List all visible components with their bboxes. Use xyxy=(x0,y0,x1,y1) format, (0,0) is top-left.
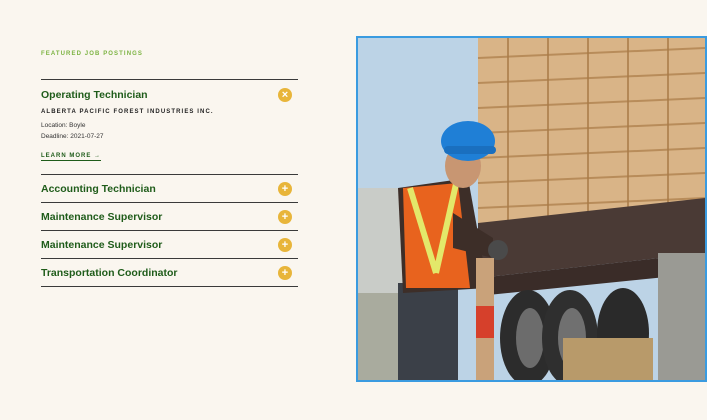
job-item-transportation-coordinator[interactable]: Transportation Coordinator + xyxy=(41,258,298,287)
section-label: FEATURED JOB POSTINGS xyxy=(41,51,143,57)
worker-photo xyxy=(356,36,707,382)
job-details: ALBERTA PACIFIC FOREST INDUSTRIES INC. L… xyxy=(41,109,298,174)
job-deadline: Deadline: 2021-07-27 xyxy=(41,133,104,140)
job-title: Accounting Technician xyxy=(41,182,156,195)
plus-circle-icon[interactable]: + xyxy=(278,209,292,224)
job-location: Location: Boyle xyxy=(41,122,86,129)
job-title: Maintenance Supervisor xyxy=(41,210,163,223)
plus-circle-icon[interactable]: + xyxy=(278,181,292,196)
job-item-header[interactable]: Transportation Coordinator + xyxy=(41,259,298,286)
job-item-maintenance-supervisor[interactable]: Maintenance Supervisor + xyxy=(41,202,298,230)
job-title: Maintenance Supervisor xyxy=(41,238,163,251)
job-title: Operating Technician xyxy=(41,89,148,101)
learn-more-link[interactable]: LEARN MORE → xyxy=(41,153,101,161)
plus-circle-icon[interactable]: + xyxy=(278,237,292,252)
job-item-header[interactable]: Accounting Technician + xyxy=(41,175,298,202)
job-title: Transportation Coordinator xyxy=(41,266,178,279)
job-postings-list: Operating Technician × ALBERTA PACIFIC F… xyxy=(41,79,298,287)
plus-circle-icon[interactable]: + xyxy=(278,265,292,280)
company-name: ALBERTA PACIFIC FOREST INDUSTRIES INC. xyxy=(41,109,214,115)
worker-loading-lumber-image xyxy=(358,38,705,380)
job-item-maintenance-supervisor-2[interactable]: Maintenance Supervisor + xyxy=(41,230,298,258)
job-item-operating-technician: Operating Technician × ALBERTA PACIFIC F… xyxy=(41,79,298,174)
close-circle-icon[interactable]: × xyxy=(278,88,292,102)
job-item-header[interactable]: Maintenance Supervisor + xyxy=(41,203,298,230)
job-item-header[interactable]: Maintenance Supervisor + xyxy=(41,231,298,258)
job-item-accounting-technician[interactable]: Accounting Technician + xyxy=(41,174,298,202)
job-item-header[interactable]: Operating Technician × xyxy=(41,80,298,109)
